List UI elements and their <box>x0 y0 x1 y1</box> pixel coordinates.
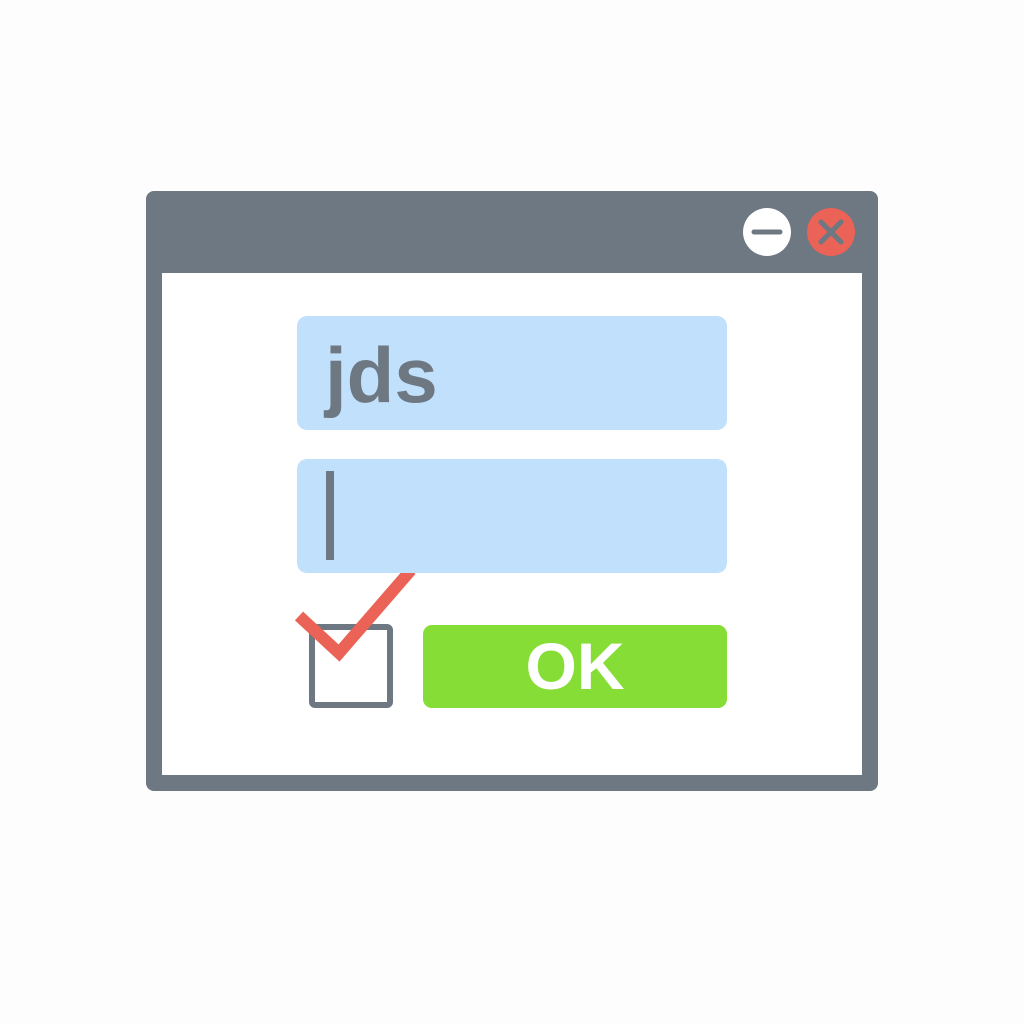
minimize-button[interactable] <box>743 208 791 256</box>
close-icon <box>818 219 844 245</box>
password-field[interactable] <box>297 459 727 573</box>
username-value: jds <box>325 331 438 419</box>
checkbox-control <box>282 573 422 708</box>
close-button[interactable] <box>807 208 855 256</box>
minimize-icon <box>751 229 783 235</box>
dialog-content: jds OK <box>162 273 862 775</box>
title-bar <box>146 191 878 273</box>
remember-checkbox[interactable] <box>309 624 393 708</box>
ok-button[interactable]: OK <box>423 625 727 708</box>
username-field[interactable]: jds <box>297 316 727 430</box>
text-cursor <box>326 471 334 560</box>
login-dialog-window: jds OK <box>146 191 878 791</box>
